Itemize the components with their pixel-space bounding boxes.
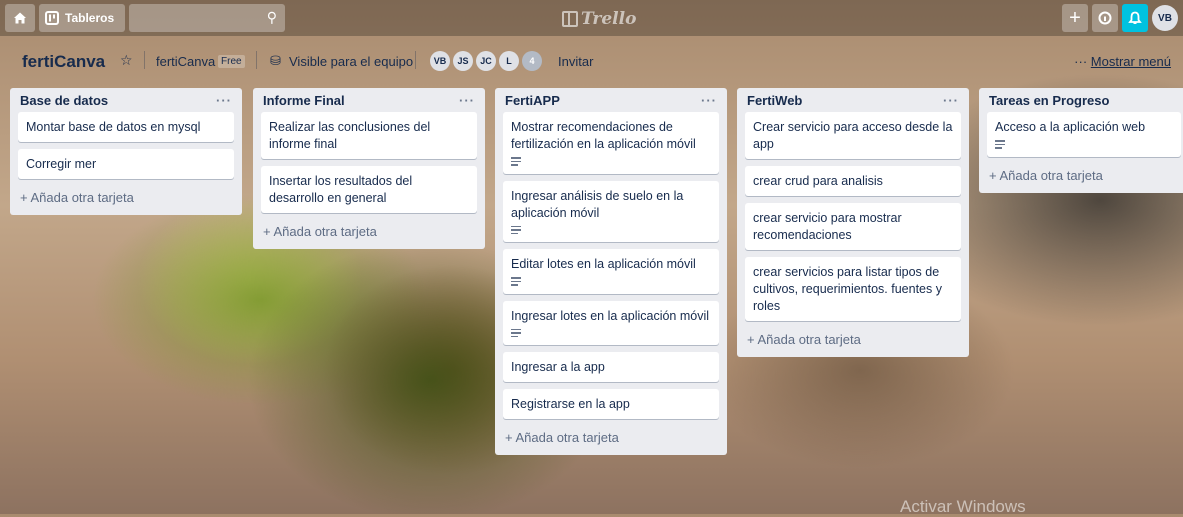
card[interactable]: crear servicios para listar tipos de cul… xyxy=(745,257,961,321)
card-title: crear servicio para mostrar recomendacio… xyxy=(753,211,902,242)
trello-logo-icon xyxy=(562,11,578,27)
visibility-icon: ⛁ xyxy=(270,53,281,68)
notifications-button[interactable] xyxy=(1122,4,1148,32)
card-title: crear servicios para listar tipos de cul… xyxy=(753,265,942,313)
info-button[interactable] xyxy=(1092,4,1118,32)
search-input[interactable] xyxy=(133,4,257,32)
show-menu-label: Mostrar menú xyxy=(1090,54,1171,69)
boards-button[interactable]: Tableros xyxy=(39,4,125,32)
member-avatar[interactable]: JC xyxy=(476,51,496,71)
description-icon xyxy=(511,157,521,166)
info-icon xyxy=(1098,11,1112,25)
card[interactable]: Ingresar lotes en la aplicación móvil xyxy=(503,300,719,345)
member-count-badge[interactable]: 4 xyxy=(522,51,542,71)
home-icon xyxy=(14,12,26,24)
list-menu-icon[interactable]: ··· xyxy=(216,93,232,108)
list-header[interactable]: Tareas en Progreso xyxy=(987,88,1181,112)
list-header[interactable]: FertiAPP ··· xyxy=(503,88,719,112)
card[interactable]: Corregir mer xyxy=(18,149,234,179)
trello-logo-text: Trello xyxy=(581,9,637,29)
list-title[interactable]: Base de datos xyxy=(20,93,108,108)
list-title[interactable]: FertiAPP xyxy=(505,93,560,108)
card-title: Acceso a la aplicación web xyxy=(995,120,1146,134)
card-title: Montar base de datos en mysql xyxy=(26,120,201,134)
description-icon xyxy=(511,328,521,337)
card-title: Ingresar lotes en la aplicación móvil xyxy=(511,308,710,323)
list-title[interactable]: FertiWeb xyxy=(747,93,802,108)
list-fertiweb: FertiWeb ··· Crear servicio para acceso … xyxy=(737,88,969,357)
search-icon[interactable]: ⚲ xyxy=(267,9,277,26)
card[interactable]: Mostrar recomendaciones de fertilización… xyxy=(503,112,719,174)
card-title: Insertar los resultados del desarrollo e… xyxy=(269,174,413,205)
card[interactable]: crear servicio para mostrar recomendacio… xyxy=(745,203,961,250)
list-header[interactable]: Informe Final ··· xyxy=(261,88,477,112)
add-card-button[interactable]: + Añada otra tarjeta xyxy=(261,220,477,241)
board-header: fertiCanva ☆ fertiCanva Free ⛁ Visible p… xyxy=(0,36,1183,84)
trello-logo[interactable]: Trello xyxy=(562,9,636,29)
description-icon xyxy=(511,225,521,234)
card-title: Ingresar a la app xyxy=(511,360,605,374)
card-title: Ingresar análisis de suelo en la aplicac… xyxy=(511,188,684,220)
card-title: Editar lotes en la aplicación móvil xyxy=(511,257,696,271)
plus-icon: + xyxy=(1069,6,1081,29)
list-title[interactable]: Tareas en Progreso xyxy=(989,93,1109,108)
card[interactable]: Montar base de datos en mysql xyxy=(18,112,234,142)
card-title: Crear servicio para acceso desde la app xyxy=(753,120,953,151)
home-button[interactable] xyxy=(5,4,35,32)
member-avatar[interactable]: JS xyxy=(453,51,473,71)
list-header[interactable]: FertiWeb ··· xyxy=(745,88,961,112)
star-icon[interactable]: ☆ xyxy=(120,52,133,69)
card-title: Registrarse en la app xyxy=(511,397,630,411)
header-divider xyxy=(256,51,257,69)
card-title: Corregir mer xyxy=(26,157,97,171)
card[interactable]: Crear servicio para acceso desde la app xyxy=(745,112,961,159)
plan-badge: Free xyxy=(218,55,245,68)
header-divider xyxy=(144,51,145,69)
member-avatar[interactable]: VB xyxy=(430,51,450,71)
menu-dots-icon: ··· xyxy=(1074,54,1088,69)
add-card-button[interactable]: + Añada otra tarjeta xyxy=(745,328,961,349)
card[interactable]: Ingresar a la app xyxy=(503,352,719,382)
search-box[interactable]: ⚲ xyxy=(129,4,285,32)
header-divider xyxy=(415,51,416,69)
list-base-de-datos: Base de datos ··· Montar base de datos e… xyxy=(10,88,242,215)
user-avatar[interactable]: VB xyxy=(1152,5,1178,31)
add-card-button[interactable]: + Añada otra tarjeta xyxy=(987,164,1181,185)
card[interactable]: Insertar los resultados del desarrollo e… xyxy=(261,166,477,213)
invite-button[interactable]: Invitar xyxy=(558,54,593,69)
boards-icon xyxy=(45,11,59,25)
member-avatar[interactable]: L xyxy=(499,51,519,71)
list-tareas-en-progreso: Tareas en Progreso Acceso a la aplicació… xyxy=(979,88,1183,193)
list-header[interactable]: Base de datos ··· xyxy=(18,88,234,112)
card[interactable]: Ingresar análisis de suelo en la aplicac… xyxy=(503,180,719,242)
card-title: Realizar las conclusiones del informe fi… xyxy=(269,120,431,151)
list-informe-final: Informe Final ··· Realizar las conclusio… xyxy=(253,88,485,249)
card[interactable]: crear crud para analisis xyxy=(745,166,961,196)
list-menu-icon[interactable]: ··· xyxy=(459,93,475,108)
board-title[interactable]: fertiCanva xyxy=(22,52,105,72)
boards-label: Tableros xyxy=(65,11,115,25)
card[interactable]: Registrarse en la app xyxy=(503,389,719,419)
create-button[interactable]: + xyxy=(1062,4,1088,32)
top-navbar: Tableros ⚲ Trello + VB xyxy=(0,0,1183,36)
card-title: Mostrar recomendaciones de fertilización… xyxy=(511,120,696,151)
add-card-button[interactable]: + Añada otra tarjeta xyxy=(18,186,234,207)
card[interactable]: Realizar las conclusiones del informe fi… xyxy=(261,112,477,159)
bell-icon xyxy=(1128,11,1142,24)
show-menu-button[interactable]: ··· Mostrar menú xyxy=(1074,54,1171,69)
description-icon xyxy=(995,140,1005,149)
list-menu-icon[interactable]: ··· xyxy=(701,93,717,108)
card-title: crear crud para analisis xyxy=(753,174,883,188)
add-card-button[interactable]: + Añada otra tarjeta xyxy=(503,426,719,447)
list-menu-icon[interactable]: ··· xyxy=(943,93,959,108)
description-icon xyxy=(511,277,521,286)
windows-activation-watermark: Activar Windows xyxy=(900,497,1026,516)
list-fertiapp: FertiAPP ··· Mostrar recomendaciones de … xyxy=(495,88,727,455)
card[interactable]: Acceso a la aplicación web xyxy=(987,112,1181,157)
team-name[interactable]: fertiCanva xyxy=(156,54,215,69)
list-title[interactable]: Informe Final xyxy=(263,93,345,108)
card[interactable]: Editar lotes en la aplicación móvil xyxy=(503,249,719,294)
visibility-button[interactable]: Visible para el equipo xyxy=(289,54,413,69)
